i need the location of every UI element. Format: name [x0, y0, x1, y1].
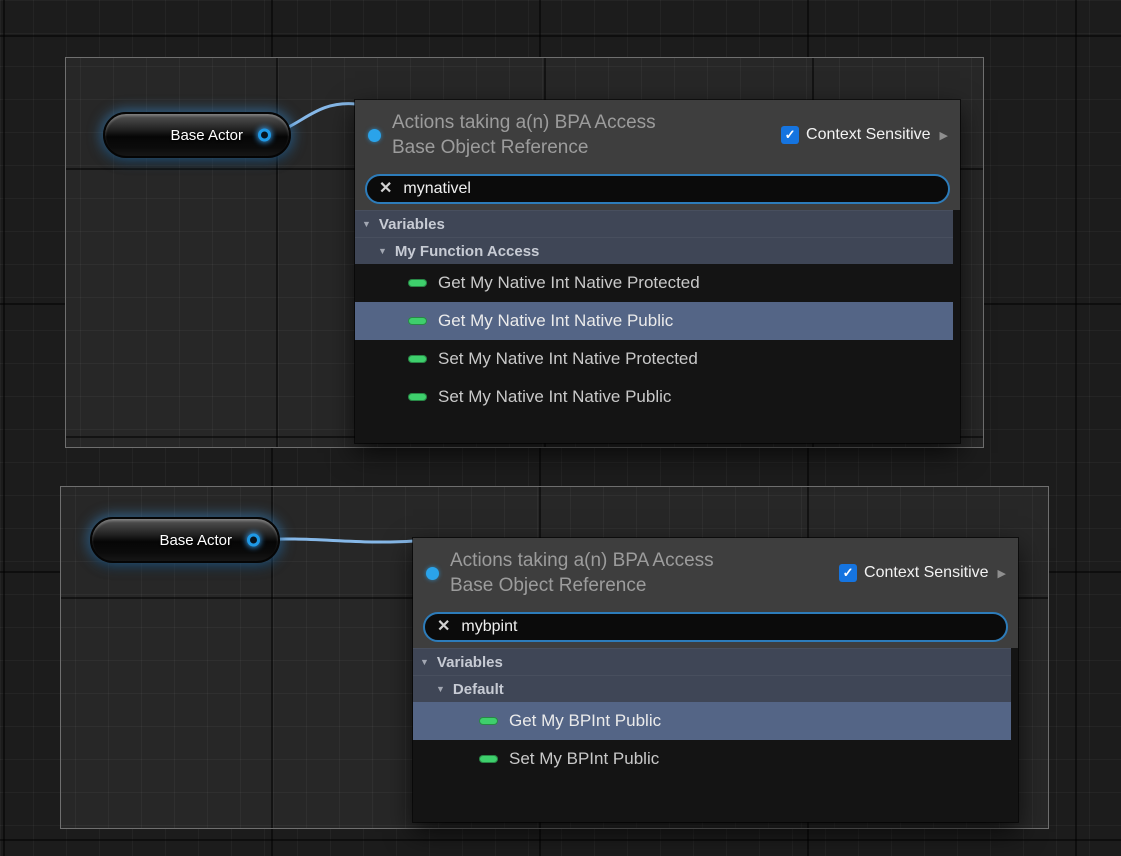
variable-pill-icon — [408, 317, 427, 325]
menu-title-line2: Base Object Reference — [450, 573, 839, 598]
action-item-label: Get My Native Int Native Protected — [438, 273, 700, 293]
collapse-arrow-icon: ▼ — [436, 684, 445, 694]
variable-pill-icon — [479, 755, 498, 763]
context-menu-header: Actions taking a(n) BPA Access Base Obje… — [355, 100, 960, 210]
variable-pill-icon — [479, 717, 498, 725]
object-pin-icon — [426, 567, 439, 580]
context-menu: Actions taking a(n) BPA Access Base Obje… — [413, 538, 1018, 822]
action-list: ▼ Variables ▼ My Function Access Get My … — [355, 210, 960, 443]
action-item-label: Set My Native Int Native Public — [438, 387, 671, 407]
collapse-arrow-icon: ▼ — [420, 657, 429, 667]
menu-title-line2: Base Object Reference — [392, 135, 781, 160]
title-row: Actions taking a(n) BPA Access Base Obje… — [365, 110, 950, 160]
output-pin[interactable] — [258, 129, 271, 142]
action-item-label: Get My Native Int Native Public — [438, 311, 673, 331]
blueprint-graph[interactable]: Base Actor Base Actor Actions taking a(n… — [0, 0, 1121, 856]
menu-title: Actions taking a(n) BPA Access Base Obje… — [392, 110, 781, 160]
variable-pill-icon — [408, 355, 427, 363]
object-pin-icon — [368, 129, 381, 142]
base-actor-node[interactable]: Base Actor — [90, 517, 280, 563]
category-row-variables[interactable]: ▼ Variables — [355, 210, 953, 237]
category-label: Variables — [437, 654, 503, 671]
category-row-default[interactable]: ▼ Default — [413, 675, 1011, 702]
submenu-arrow-icon[interactable]: ▶ — [998, 567, 1006, 580]
action-search-input[interactable] — [461, 618, 994, 636]
menu-title: Actions taking a(n) BPA Access Base Obje… — [450, 548, 839, 598]
search-box[interactable]: ✕ — [423, 612, 1008, 642]
action-item-label: Set My BPInt Public — [509, 749, 659, 769]
menu-title-line1: Actions taking a(n) BPA Access — [392, 110, 781, 135]
node-title: Base Actor — [170, 127, 243, 144]
action-item[interactable]: Set My Native Int Native Protected — [355, 340, 953, 378]
action-item-selected[interactable]: Get My BPInt Public — [413, 702, 1011, 740]
menu-title-line1: Actions taking a(n) BPA Access — [450, 548, 839, 573]
clear-search-icon[interactable]: ✕ — [437, 619, 450, 635]
context-menu: Actions taking a(n) BPA Access Base Obje… — [355, 100, 960, 443]
category-row-variables[interactable]: ▼ Variables — [413, 648, 1011, 675]
context-menu-header: Actions taking a(n) BPA Access Base Obje… — [413, 538, 1018, 648]
variable-pill-icon — [408, 393, 427, 401]
base-actor-node[interactable]: Base Actor — [103, 112, 291, 158]
submenu-arrow-icon[interactable]: ▶ — [940, 129, 948, 142]
action-item-selected[interactable]: Get My Native Int Native Public — [355, 302, 953, 340]
action-item[interactable]: Get My Native Int Native Protected — [355, 264, 953, 302]
clear-search-icon[interactable]: ✕ — [379, 181, 392, 197]
category-label: Default — [453, 681, 504, 698]
context-sensitive-checkbox[interactable]: ✓ — [839, 564, 857, 582]
title-row: Actions taking a(n) BPA Access Base Obje… — [423, 548, 1008, 598]
node-title: Base Actor — [159, 532, 232, 549]
action-list: ▼ Variables ▼ Default Get My BPInt Publi… — [413, 648, 1018, 822]
action-item[interactable]: Set My Native Int Native Public — [355, 378, 953, 416]
action-item-label: Set My Native Int Native Protected — [438, 349, 698, 369]
context-sensitive-label: Context Sensitive — [806, 126, 931, 144]
output-pin[interactable] — [247, 534, 260, 547]
category-label: Variables — [379, 216, 445, 233]
collapse-arrow-icon: ▼ — [378, 246, 387, 256]
action-item-label: Get My BPInt Public — [509, 711, 661, 731]
context-sensitive-label: Context Sensitive — [864, 564, 989, 582]
category-row-my-function-access[interactable]: ▼ My Function Access — [355, 237, 953, 264]
collapse-arrow-icon: ▼ — [362, 219, 371, 229]
action-search-input[interactable] — [403, 180, 936, 198]
search-box[interactable]: ✕ — [365, 174, 950, 204]
variable-pill-icon — [408, 279, 427, 287]
context-sensitive-checkbox[interactable]: ✓ — [781, 126, 799, 144]
action-item[interactable]: Set My BPInt Public — [413, 740, 1011, 778]
category-label: My Function Access — [395, 243, 539, 260]
context-sensitive-toggle[interactable]: ✓ Context Sensitive ▶ — [839, 564, 1008, 582]
context-sensitive-toggle[interactable]: ✓ Context Sensitive ▶ — [781, 126, 950, 144]
